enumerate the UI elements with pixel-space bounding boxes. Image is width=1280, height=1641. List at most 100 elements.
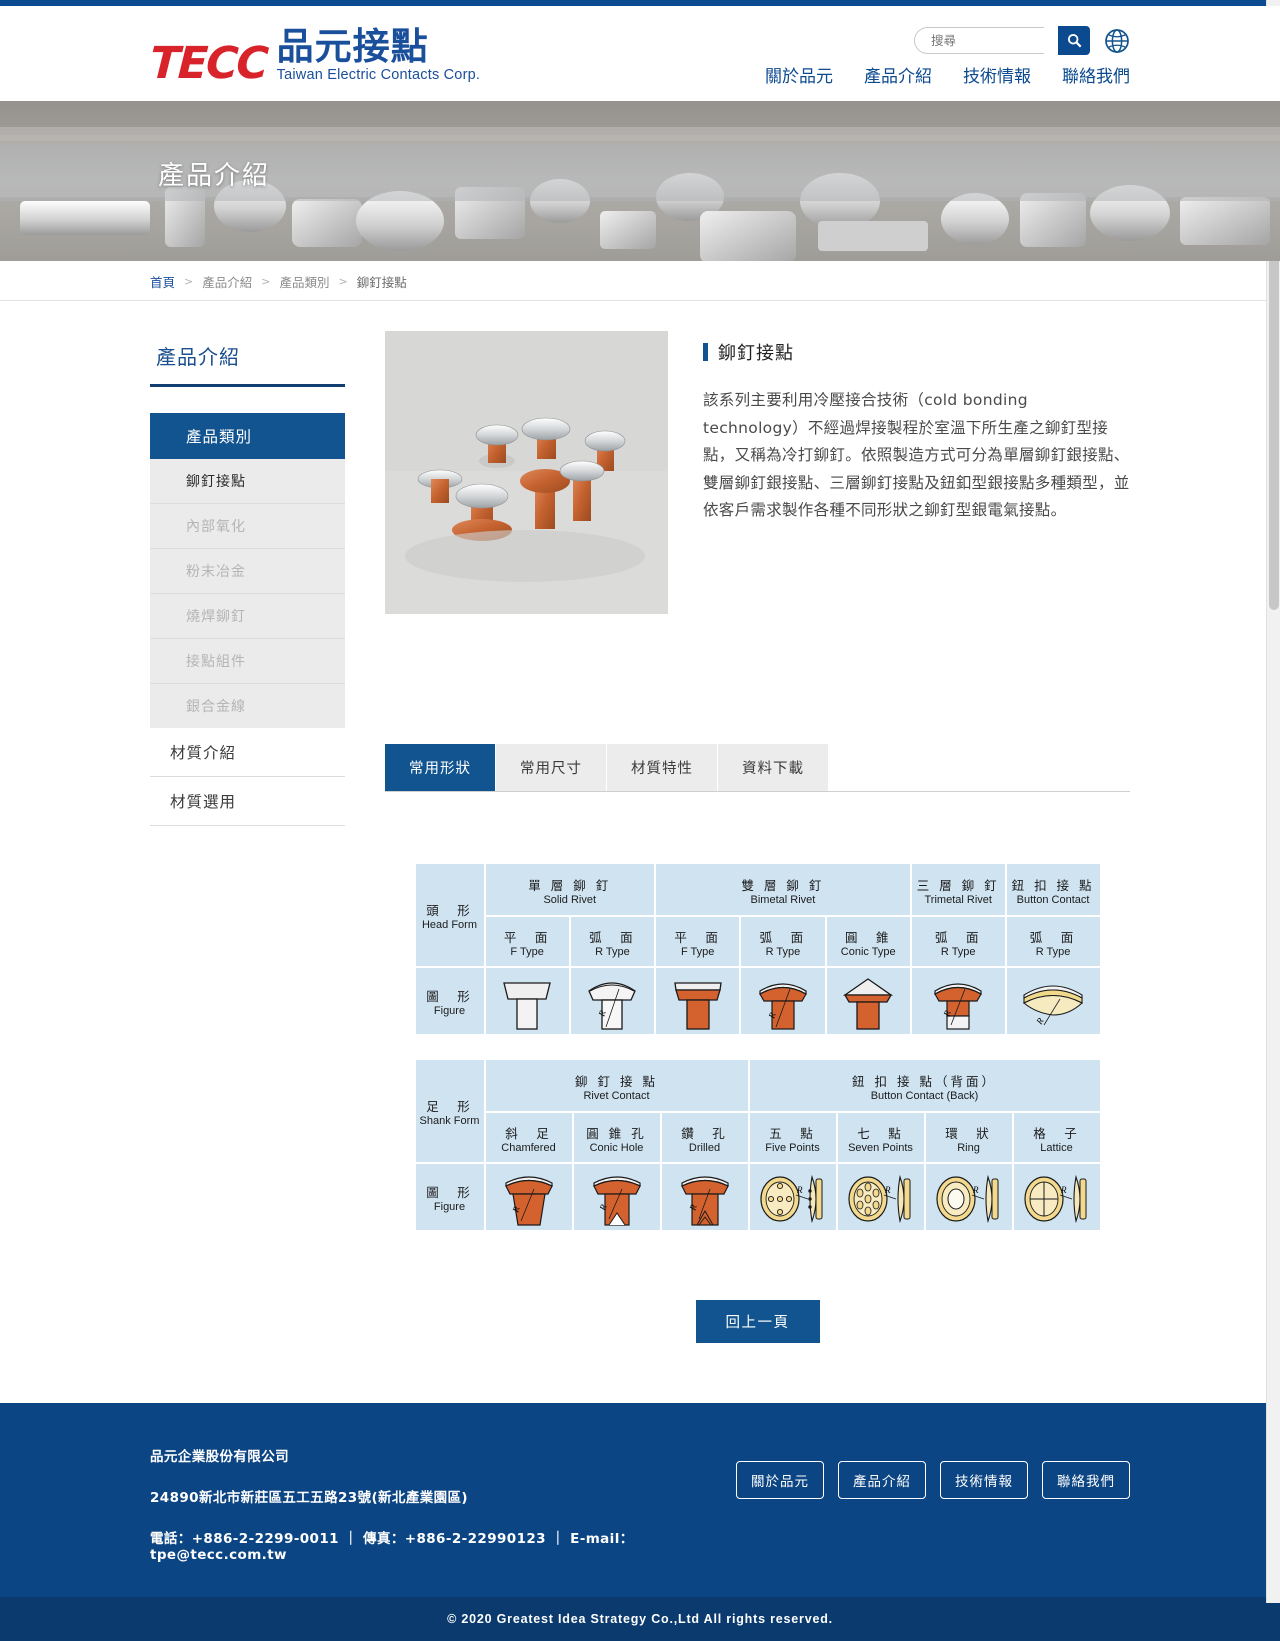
nav-item-contact[interactable]: 聯絡我們 <box>1062 62 1130 87</box>
group-trimetal-rivet: 三 層 鉚 釘 Trimetal Rivet <box>912 864 1005 915</box>
breadcrumb-item-category[interactable]: 產品類別 <box>279 272 329 291</box>
row-label-cn: 頭 形 <box>418 895 482 919</box>
figure-bimetal-flat <box>656 968 739 1034</box>
figure-bimetal-conic <box>827 968 910 1034</box>
sidebar-item-rivet-contact[interactable]: 鉚釘接點 <box>150 459 345 504</box>
col-solid-flat: 平 面 F Type <box>486 917 569 966</box>
breadcrumb-separator: > <box>338 275 347 288</box>
col-trimetal-round: 弧 面 R Type <box>912 917 1005 966</box>
footer-address: 24890新北市新莊區五工五路23號(新北產業園區) <box>150 1486 736 1506</box>
site-footer: 品元企業股份有限公司 24890新北市新莊區五工五路23號(新北產業園區) 電話… <box>0 1403 1280 1597</box>
sidebar-category-group: 產品類別 鉚釘接點 內部氧化 粉末冶金 燒焊鉚釘 接點組件 銀合金線 <box>150 413 345 728</box>
tab-common-sizes[interactable]: 常用尺寸 <box>496 744 607 791</box>
tab-common-shapes[interactable]: 常用形狀 <box>385 744 496 791</box>
footer-button-about[interactable]: 關於品元 <box>736 1461 824 1499</box>
sidebar-item-material-intro[interactable]: 材質介紹 <box>150 728 345 777</box>
product-photo-image <box>385 331 668 614</box>
col-lattice: 格 子 Lattice <box>1014 1113 1100 1162</box>
product-description: 該系列主要利用冷壓接合技術（cold bonding technology）不經… <box>703 387 1130 525</box>
sidebar-group-header[interactable]: 產品類別 <box>150 413 345 459</box>
row-label-en: Head Form <box>418 919 482 935</box>
footer-button-group: 關於品元 產品介紹 技術情報 聯絡我們 <box>736 1445 1130 1499</box>
tab-downloads[interactable]: 資料下載 <box>718 744 829 791</box>
figure-row: 圖 形 Figure <box>416 968 1100 1034</box>
sidebar-item-material-selection[interactable]: 材質選用 <box>150 777 345 826</box>
figure-back-lattice: R <box>1014 1164 1100 1230</box>
col-chamfered: 斜 足 Chamfered <box>486 1113 572 1162</box>
footer-button-contact[interactable]: 聯絡我們 <box>1042 1461 1130 1499</box>
footer-contact: 電話：+886-2-2299-0011 ｜ 傳真：+886-2-22990123… <box>150 1527 736 1563</box>
globe-icon[interactable] <box>1104 28 1130 54</box>
sidebar-title: 產品介紹 <box>150 331 345 387</box>
logo-cn-text: 品元接點 <box>277 28 480 65</box>
sidebar-item-contact-assembly[interactable]: 接點組件 <box>150 639 345 684</box>
group-row: 足 形 Shank Form 鉚 釘 接 點 Rivet Contact 鈕 扣… <box>416 1060 1100 1111</box>
col-drilled: 鑽 孔 Drilled <box>662 1113 748 1162</box>
nav-item-products[interactable]: 產品介紹 <box>864 62 932 87</box>
col-solid-round: 弧 面 R Type <box>571 917 654 966</box>
copyright-bar: © 2020 Greatest Idea Strategy Co.,Ltd Al… <box>0 1597 1280 1641</box>
search-input[interactable] <box>931 33 1044 48</box>
sidebar-item-brazed-rivet[interactable]: 燒焊鉚釘 <box>150 594 345 639</box>
shank-form-table: 足 形 Shank Form 鉚 釘 接 點 Rivet Contact 鈕 扣… <box>414 1058 1102 1232</box>
col-seven-points: 七 點 Seven Points <box>838 1113 924 1162</box>
col-five-points: 五 點 Five Points <box>750 1113 836 1162</box>
footer-button-tech[interactable]: 技術情報 <box>940 1461 1028 1499</box>
nav-item-about[interactable]: 關於品元 <box>765 62 833 87</box>
col-ring: 環 狀 Ring <box>926 1113 1012 1162</box>
footer-button-products[interactable]: 產品介紹 <box>838 1461 926 1499</box>
col-bimetal-conic: 圓 錐 Conic Type <box>827 917 910 966</box>
figure-back-ring: R <box>926 1164 1012 1230</box>
subtype-row: 平 面 F Type 弧 面 R Type 平 面 F Type 弧 面 R T… <box>416 917 1100 966</box>
product-title-text: 鉚釘接點 <box>718 339 794 365</box>
row-label-figure: 圖 形 Figure <box>416 968 484 1034</box>
col-button-round: 弧 面 R Type <box>1007 917 1100 966</box>
breadcrumb-separator: > <box>184 275 193 288</box>
sidebar: 產品介紹 產品類別 鉚釘接點 內部氧化 粉末冶金 燒焊鉚釘 接點組件 銀合金線 … <box>150 331 345 1343</box>
group-button-contact-back: 鈕 扣 接 點（背面） Button Contact (Back) <box>750 1060 1100 1111</box>
svg-text:R: R <box>884 1185 891 1195</box>
subtype-row: 斜 足 Chamfered 圓 錐 孔 Conic Hole 鑽 孔 Drill… <box>416 1113 1100 1162</box>
main-content: 鉚釘接點 該系列主要利用冷壓接合技術（cold bonding technolo… <box>385 331 1130 1343</box>
group-solid-rivet: 單 層 鉚 釘 Solid Rivet <box>486 864 655 915</box>
sidebar-item-silver-alloy-wire[interactable]: 銀合金線 <box>150 684 345 728</box>
col-conic-hole: 圓 錐 孔 Conic Hole <box>574 1113 660 1162</box>
group-row: 頭 形 Head Form 單 層 鉚 釘 Solid Rivet 雙 層 鉚 … <box>416 864 1100 915</box>
breadcrumb-item-home[interactable]: 首頁 <box>150 272 175 291</box>
breadcrumb: 首頁 > 產品介紹 > 產品類別 > 鉚釘接點 <box>0 261 1280 301</box>
figure-trimetal-round: R <box>912 968 1005 1034</box>
search-button[interactable] <box>1058 26 1090 55</box>
search-box[interactable] <box>914 27 1044 54</box>
row-label-shank-form: 足 形 Shank Form <box>416 1060 484 1162</box>
svg-text:R: R <box>972 1185 979 1195</box>
nav-item-tech[interactable]: 技術情報 <box>963 62 1031 87</box>
figure-back-five-points: R <box>750 1164 836 1230</box>
svg-text:R: R <box>796 1185 803 1195</box>
figure-solid-flat <box>486 968 569 1034</box>
product-photo <box>385 331 668 614</box>
figure-solid-round: R <box>571 968 654 1034</box>
sidebar-item-internal-oxidation[interactable]: 內部氧化 <box>150 504 345 549</box>
page-title: 產品介紹 <box>158 155 270 192</box>
product-title: 鉚釘接點 <box>703 339 1130 365</box>
group-bimetal-rivet: 雙 層 鉚 釘 Bimetal Rivet <box>656 864 910 915</box>
figure-button-round: R <box>1007 968 1100 1034</box>
figure-shank-chamfered: R <box>486 1164 572 1230</box>
row-label-en: Shank Form <box>418 1115 482 1131</box>
row-label-head-form: 頭 形 Head Form <box>416 864 484 966</box>
logo-en-text: Taiwan Electric Contacts Corp. <box>277 67 480 83</box>
tab-material-props[interactable]: 材質特性 <box>607 744 718 791</box>
spec-figure-tables: 頭 形 Head Form 單 層 鉚 釘 Solid Rivet 雙 層 鉚 … <box>414 862 1102 1232</box>
site-logo[interactable]: TECC 品元接點 Taiwan Electric Contacts Corp. <box>150 28 480 85</box>
footer-company: 品元企業股份有限公司 <box>150 1445 736 1465</box>
group-button-contact: 鈕 扣 接 點 Button Contact <box>1007 864 1100 915</box>
breadcrumb-item-products[interactable]: 產品介紹 <box>202 272 252 291</box>
figure-back-seven-points: R <box>838 1164 924 1230</box>
figure-shank-drilled: R <box>662 1164 748 1230</box>
breadcrumb-item-current: 鉚釘接點 <box>357 272 407 291</box>
group-rivet-contact: 鉚 釘 接 點 Rivet Contact <box>486 1060 748 1111</box>
col-bimetal-round: 弧 面 R Type <box>741 917 824 966</box>
sidebar-item-powder-metallurgy[interactable]: 粉末冶金 <box>150 549 345 594</box>
row-label-cn: 足 形 <box>418 1091 482 1115</box>
back-button[interactable]: 回上一頁 <box>696 1300 820 1343</box>
